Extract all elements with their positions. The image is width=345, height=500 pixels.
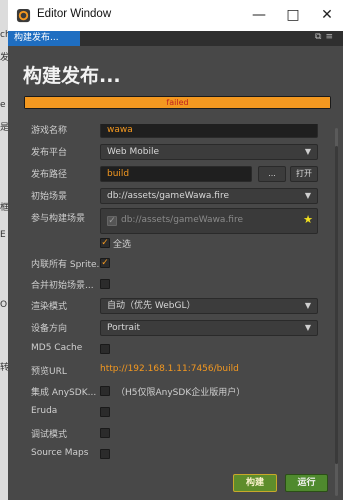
progress-status: failed <box>166 98 189 107</box>
scrollbar-thumb[interactable] <box>335 146 338 464</box>
debug-checkbox[interactable] <box>100 428 110 438</box>
preview-url-label: 预览URL <box>31 367 67 377</box>
scene-list: ✓ db://assets/gameWawa.fire ★ <box>100 208 318 234</box>
star-icon: ★ <box>303 213 313 226</box>
render-mode-label: 渲染模式 <box>31 302 68 312</box>
path-label: 发布路径 <box>31 170 68 180</box>
background-label: 框 <box>0 203 8 213</box>
platform-value: Web Mobile <box>107 147 160 157</box>
row-anysdk: 集成 AnySDK... （H5仅限AnySDK企业版用户） <box>8 382 343 402</box>
row-platform: 发布平台 Web Mobile ▼ <box>8 142 343 162</box>
background-label: 是 <box>0 123 8 133</box>
minimize-icon[interactable]: — <box>244 0 274 31</box>
orientation-label: 设备方向 <box>31 324 68 334</box>
start-scene-select[interactable]: db://assets/gameWawa.fire ▼ <box>100 188 318 204</box>
orientation-select[interactable]: Portrait ▼ <box>100 320 318 336</box>
background-window-edge: ch 发 e 是 框 E O 转 <box>0 0 8 500</box>
anysdk-label: 集成 AnySDK... <box>31 388 97 398</box>
select-all-checkbox[interactable]: ✓ <box>100 238 110 248</box>
game-name-input[interactable]: wawa <box>100 124 318 138</box>
md5-label: MD5 Cache <box>31 343 83 353</box>
tab-strip: 构建发布... ⧉≡ <box>8 31 343 46</box>
popout-icon[interactable]: ⧉ <box>315 32 325 42</box>
background-label: e <box>0 100 6 110</box>
app-icon <box>16 8 31 23</box>
chevron-down-icon: ▼ <box>304 323 311 332</box>
scrollbar[interactable] <box>335 128 338 496</box>
tab-build-publish[interactable]: 构建发布... <box>8 31 80 46</box>
debug-label: 调试模式 <box>31 430 68 440</box>
chevron-down-icon: ▼ <box>304 147 311 156</box>
row-md5: MD5 Cache <box>8 340 343 360</box>
eruda-checkbox[interactable] <box>100 407 110 417</box>
source-maps-label: Source Maps <box>31 448 89 458</box>
start-scene-value: db://assets/gameWawa.fire <box>107 191 230 201</box>
game-name-label: 游戏名称 <box>31 126 68 136</box>
row-merge-scene: 合并初始场景... <box>8 275 343 295</box>
build-form: 游戏名称 wawa 发布平台 Web Mobile ▼ 发布路径 build .… <box>8 124 343 500</box>
run-button[interactable]: 运行 <box>285 474 328 492</box>
background-label: 转 <box>0 363 8 373</box>
background-label: ch <box>0 30 8 40</box>
window-title: Editor Window <box>37 8 112 20</box>
source-maps-checkbox[interactable] <box>100 449 110 459</box>
background-label: O <box>0 300 8 310</box>
scene-checkbox[interactable]: ✓ <box>107 216 117 226</box>
anysdk-note: （H5仅限AnySDK企业版用户） <box>116 388 246 398</box>
platform-select[interactable]: Web Mobile ▼ <box>100 144 318 160</box>
inline-sprite-label: 内联所有 Sprite... <box>31 260 106 270</box>
tab-tools: ⧉≡ <box>315 32 337 42</box>
maximize-icon[interactable]: □ <box>278 0 308 31</box>
row-path: 发布路径 build ... 打开 <box>8 164 343 184</box>
build-panel: 构建发布... failed 游戏名称 wawa 发布平台 Web Mobile… <box>8 46 343 500</box>
editor-window: Editor Window — □ ✕ 构建发布... ⧉≡ 构建发布... f… <box>8 0 343 500</box>
row-build-scenes: 参与构建场景 ✓ db://assets/gameWawa.fire ★ ✓ 全… <box>8 208 343 254</box>
background-label: E <box>0 230 6 240</box>
orientation-value: Portrait <box>107 323 141 333</box>
row-orientation: 设备方向 Portrait ▼ <box>8 318 343 338</box>
render-mode-value: 自动（优先 WebGL） <box>107 301 196 311</box>
start-scene-label: 初始场景 <box>31 192 68 202</box>
chevron-down-icon: ▼ <box>304 191 311 200</box>
md5-checkbox[interactable] <box>100 344 110 354</box>
inline-sprite-checkbox[interactable]: ✓ <box>100 258 110 268</box>
merge-scene-checkbox[interactable] <box>100 279 110 289</box>
render-mode-select[interactable]: 自动（优先 WebGL） ▼ <box>100 298 318 314</box>
browse-button[interactable]: ... <box>258 166 286 182</box>
row-start-scene: 初始场景 db://assets/gameWawa.fire ▼ <box>8 186 343 206</box>
anysdk-checkbox[interactable] <box>100 386 110 396</box>
build-scenes-label: 参与构建场景 <box>31 214 86 224</box>
row-game-name: 游戏名称 wawa <box>8 124 343 140</box>
chevron-down-icon: ▼ <box>304 301 311 310</box>
close-icon[interactable]: ✕ <box>312 0 342 31</box>
preview-url-link[interactable]: http://192.168.1.11:7456/build <box>100 364 239 374</box>
menu-icon[interactable]: ≡ <box>325 32 337 42</box>
row-render-mode: 渲染模式 自动（优先 WebGL） ▼ <box>8 296 343 316</box>
eruda-label: Eruda <box>31 406 58 416</box>
row-inline-sprite: 内联所有 Sprite... ✓ <box>8 254 343 274</box>
open-folder-button[interactable]: 打开 <box>290 166 318 182</box>
scene-path: db://assets/gameWawa.fire <box>121 215 244 225</box>
build-button[interactable]: 构建 <box>233 474 277 492</box>
background-label: 发 <box>0 53 8 63</box>
row-eruda: Eruda <box>8 403 343 423</box>
build-progress-bar: failed <box>24 96 331 109</box>
platform-label: 发布平台 <box>31 148 68 158</box>
row-source-maps: Source Maps <box>8 445 343 465</box>
row-debug: 调试模式 <box>8 424 343 444</box>
page-title: 构建发布... <box>23 65 121 87</box>
select-all-label: 全选 <box>113 240 132 250</box>
title-bar[interactable]: Editor Window — □ ✕ <box>8 0 343 32</box>
merge-scene-label: 合并初始场景... <box>31 281 94 291</box>
path-input[interactable]: build <box>100 166 252 182</box>
row-preview-url: 预览URL http://192.168.1.11:7456/build <box>8 361 343 381</box>
